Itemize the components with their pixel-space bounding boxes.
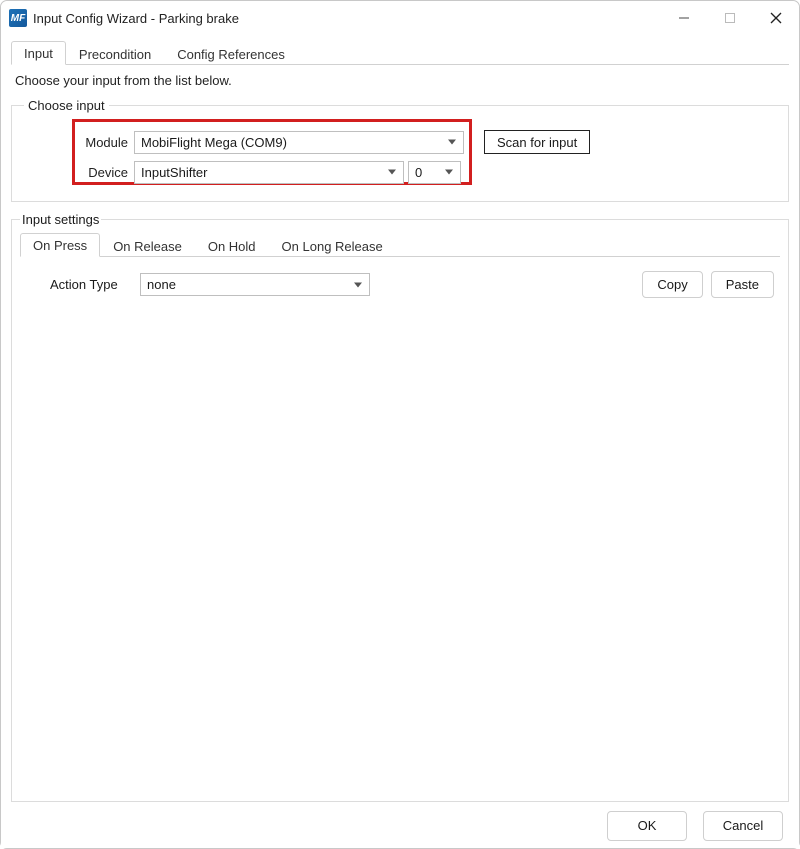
- instruction-text: Choose your input from the list below.: [7, 65, 793, 98]
- paste-button[interactable]: Paste: [711, 271, 774, 298]
- close-button[interactable]: [753, 3, 799, 33]
- main-tab-strip: Input Precondition Config References: [11, 41, 789, 65]
- maximize-button[interactable]: [707, 3, 753, 33]
- app-icon: MF: [9, 9, 27, 27]
- device-combobox[interactable]: InputShifter: [134, 161, 404, 184]
- tab-on-hold[interactable]: On Hold: [195, 234, 269, 257]
- action-row: Action Type none Copy Paste: [20, 257, 780, 298]
- input-settings-group: Input settings On Press On Release On Ho…: [11, 212, 789, 802]
- tab-input[interactable]: Input: [11, 41, 66, 65]
- module-combobox-value: MobiFlight Mega (COM9): [141, 135, 287, 150]
- client-area: Input Precondition Config References Cho…: [1, 35, 799, 848]
- copy-button[interactable]: Copy: [642, 271, 702, 298]
- minimize-icon: [678, 12, 690, 24]
- dialog-footer: OK Cancel: [7, 802, 793, 848]
- action-type-combobox[interactable]: none: [140, 273, 370, 296]
- cancel-button[interactable]: Cancel: [703, 811, 783, 841]
- tab-on-long-release[interactable]: On Long Release: [269, 234, 396, 257]
- title-bar: MF Input Config Wizard - Parking brake: [1, 1, 799, 35]
- input-settings-legend: Input settings: [20, 212, 101, 227]
- window-title: Input Config Wizard - Parking brake: [33, 11, 239, 26]
- device-combobox-value: InputShifter: [141, 165, 208, 180]
- scan-for-input-button[interactable]: Scan for input: [484, 130, 590, 154]
- tab-on-release[interactable]: On Release: [100, 234, 195, 257]
- device-index-combobox[interactable]: 0: [408, 161, 461, 184]
- minimize-button[interactable]: [661, 3, 707, 33]
- tab-config-references[interactable]: Config References: [164, 42, 298, 65]
- choose-input-legend: Choose input: [24, 98, 109, 113]
- ok-button[interactable]: OK: [607, 811, 687, 841]
- device-index-value: 0: [415, 165, 422, 180]
- module-combobox[interactable]: MobiFlight Mega (COM9): [134, 131, 464, 154]
- tab-precondition[interactable]: Precondition: [66, 42, 164, 65]
- event-tab-strip: On Press On Release On Hold On Long Rele…: [20, 233, 780, 257]
- module-label: Module: [74, 135, 134, 150]
- action-type-value: none: [147, 277, 176, 292]
- close-icon: [770, 12, 782, 24]
- maximize-icon: [724, 12, 736, 24]
- device-label: Device: [74, 165, 134, 180]
- tab-on-press[interactable]: On Press: [20, 233, 100, 257]
- choose-input-group: Choose input Module MobiFlight Mega (COM…: [11, 98, 789, 202]
- window: MF Input Config Wizard - Parking brake I…: [0, 0, 800, 849]
- action-type-label: Action Type: [50, 277, 130, 292]
